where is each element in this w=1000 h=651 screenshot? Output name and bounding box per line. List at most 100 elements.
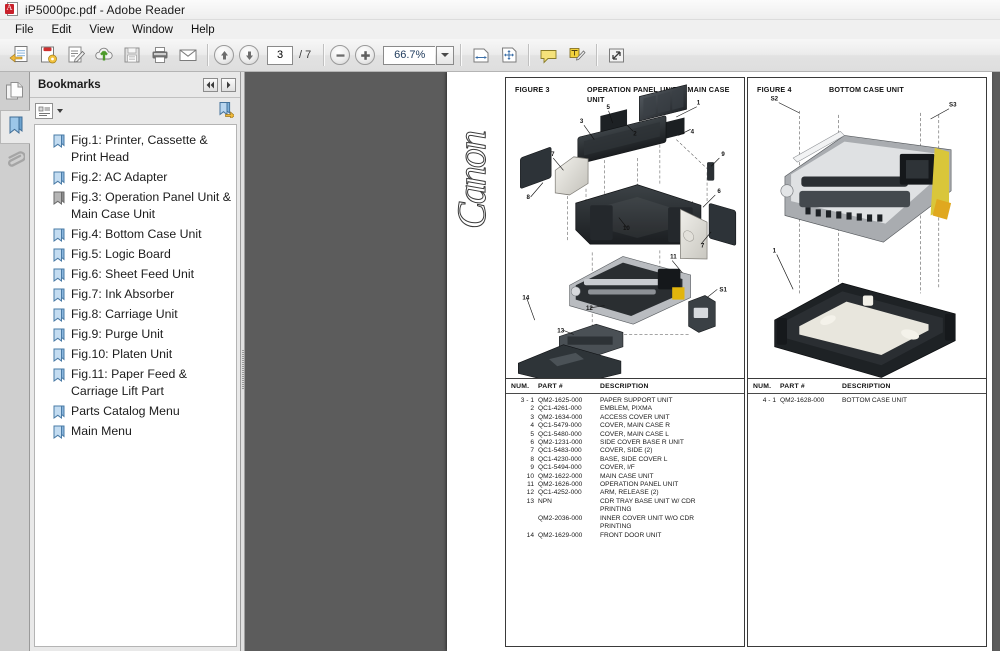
menu-help[interactable]: Help [182, 22, 224, 38]
column-header-desc: DESCRIPTION [600, 383, 649, 390]
save-icon[interactable] [118, 42, 145, 69]
table-row: 10 QM2-1622-000 MAIN CASE UNIT [526, 472, 654, 480]
svg-text:S2: S2 [771, 96, 779, 103]
highlight-icon[interactable] [563, 42, 590, 69]
bookmark-label: Fig.11: Paper Feed & Carriage Lift Part [71, 366, 187, 398]
bookmark-label: Fig.8: Carriage Unit [71, 306, 178, 321]
bookmark-item-icon [53, 288, 66, 303]
full-screen-icon[interactable] [603, 42, 630, 69]
fit-width-icon[interactable] [467, 42, 494, 69]
figure-3-diagram: FIGURE 3 OPERATION PANEL UNIT & MAIN CAS… [505, 77, 745, 379]
caret-down-icon[interactable] [57, 109, 63, 113]
list-item[interactable]: Fig.4: Bottom Case Unit [35, 224, 236, 244]
list-item[interactable]: Fig.2: AC Adapter [35, 167, 236, 187]
bookmark-item-icon [53, 425, 66, 440]
list-item[interactable]: Fig.8: Carriage Unit [35, 304, 236, 324]
bookmarks-list[interactable]: Fig.1: Printer, Cassette & Print Head Fi… [34, 124, 237, 647]
bookmark-item-icon [53, 191, 66, 206]
bookmark-label: Fig.9: Purge Unit [71, 326, 164, 341]
menu-edit[interactable]: Edit [43, 22, 81, 38]
plus-icon[interactable] [355, 45, 376, 65]
bookmark-item-icon [53, 268, 66, 283]
list-item[interactable]: Fig.5: Logic Board [35, 244, 236, 264]
menu-file[interactable]: File [6, 22, 43, 38]
list-item[interactable]: Fig.9: Purge Unit [35, 324, 236, 344]
table-row: 12 QC1-4252-000 ARM, RELEASE (2) [526, 489, 659, 497]
bookmark-label: Fig.2: AC Adapter [71, 169, 168, 184]
svg-text:4: 4 [691, 128, 695, 135]
list-item[interactable]: Parts Catalog Menu [35, 401, 236, 421]
svg-text:10: 10 [623, 225, 630, 232]
page-total-label: / 7 [299, 49, 312, 61]
table-row: 2 QC1-4261-000 EMBLEM, PIXMA [530, 405, 653, 413]
sign-icon[interactable] [62, 42, 89, 69]
table-header-row: NUM. PART # DESCRIPTION [506, 379, 744, 394]
email-icon[interactable] [174, 42, 201, 69]
pdf-page: Canon FIGURE 3 OPERATION PANEL UNIT & MA… [447, 72, 992, 651]
toolbar-separator-3 [460, 44, 462, 66]
column-header-num: NUM. [753, 383, 772, 390]
pdf-document-icon [5, 2, 19, 17]
adobe-reader-window: iP5000pc.pdf - Adobe Reader File Edit Vi… [0, 0, 1000, 651]
attachments-tab[interactable] [0, 144, 30, 178]
zoom-level-input[interactable]: 66.7% [383, 45, 436, 65]
list-item[interactable]: Fig.1: Printer, Cassette & Print Head [35, 130, 236, 167]
column-header-part: PART # [538, 383, 563, 390]
document-viewer[interactable]: Canon FIGURE 3 OPERATION PANEL UNIT & MA… [245, 72, 1000, 651]
page-number-input[interactable]: 3 [267, 45, 293, 65]
list-item[interactable]: Fig.7: Ink Absorber [35, 284, 236, 304]
list-item-selected[interactable]: Fig.3: Operation Panel Unit & Main Case … [35, 187, 236, 224]
create-pdf-icon[interactable] [34, 42, 61, 69]
bookmarks-panel-toolbar [30, 98, 240, 124]
svg-text:S1: S1 [719, 286, 727, 293]
list-item[interactable]: Fig.11: Paper Feed & Carriage Lift Part [35, 364, 236, 401]
list-item[interactable]: Fig.10: Platen Unit [35, 344, 236, 364]
upload-cloud-icon[interactable] [90, 42, 117, 69]
bookmark-icon [6, 115, 25, 140]
bookmark-label: Fig.1: Printer, Cassette & Print Head [71, 132, 208, 164]
bookmarks-panel: Bookmarks Fig.1: Printer, Cassette & Pri… [30, 72, 241, 651]
panel-title: Bookmarks [38, 78, 101, 91]
table-row: 14 QM2-1629-000 FRONT DOOR UNIT [526, 531, 662, 539]
options-list-icon[interactable] [35, 103, 53, 119]
fit-page-icon[interactable] [495, 42, 522, 69]
bookmark-label: Fig.6: Sheet Feed Unit [71, 266, 195, 281]
column-header-num: NUM. [511, 383, 530, 390]
bookmark-item-icon [53, 228, 66, 243]
bookmarks-tab[interactable] [0, 110, 30, 144]
svg-text:14: 14 [522, 295, 529, 302]
table-row: 6 QM2-1231-000 SIDE COVER BASE R UNIT [530, 439, 684, 447]
column-header-part: PART # [780, 383, 805, 390]
figure-4-column: FIGURE 4 BOTTOM CASE UNIT S2 S3 1 NUM. P… [747, 77, 987, 647]
svg-text:7: 7 [551, 151, 555, 158]
bookmark-label: Fig.4: Bottom Case Unit [71, 226, 202, 241]
pages-icon [5, 81, 25, 105]
svg-text:12: 12 [586, 305, 593, 312]
new-bookmark-icon[interactable] [218, 101, 236, 121]
menu-window[interactable]: Window [123, 22, 182, 38]
arrow-right-icon[interactable] [221, 77, 236, 92]
figure-3-artwork: 12 34 56 77 89 1011 1213 14S1 [518, 84, 737, 378]
chevron-down-icon[interactable] [436, 45, 455, 65]
figure-3-parts-table: NUM. PART # DESCRIPTION 3 - 1 QM2-1625-00… [505, 379, 745, 647]
double-arrow-left-icon[interactable] [203, 77, 218, 92]
minus-icon[interactable] [330, 45, 351, 65]
arrow-up-icon[interactable] [214, 45, 234, 65]
svg-text:2: 2 [633, 130, 637, 137]
table-row: QM2-2036-000 INNER COVER UNIT W/O CDR [538, 514, 695, 522]
list-item[interactable]: Main Menu [35, 421, 236, 441]
arrow-down-icon[interactable] [239, 45, 259, 65]
table-row: 13 NPN CDR TRAY BASE UNIT W/ CDR [526, 497, 696, 505]
list-item[interactable]: Fig.6: Sheet Feed Unit [35, 264, 236, 284]
bookmark-label: Fig.10: Platen Unit [71, 346, 173, 361]
main-toolbar: 3 / 7 66.7% [0, 39, 1000, 72]
comment-icon[interactable] [535, 42, 562, 69]
print-icon[interactable] [146, 42, 173, 69]
table-row: 11 QM2-1626-000 OPERATION PANEL UNIT [527, 481, 679, 489]
page-thumbnails-tab[interactable] [0, 76, 30, 110]
menu-view[interactable]: View [80, 22, 123, 38]
window-title: iP5000pc.pdf - Adobe Reader [25, 2, 186, 17]
open-file-icon[interactable] [6, 42, 33, 69]
bookmarks-panel-header: Bookmarks [30, 72, 240, 98]
svg-text:3: 3 [580, 118, 584, 125]
